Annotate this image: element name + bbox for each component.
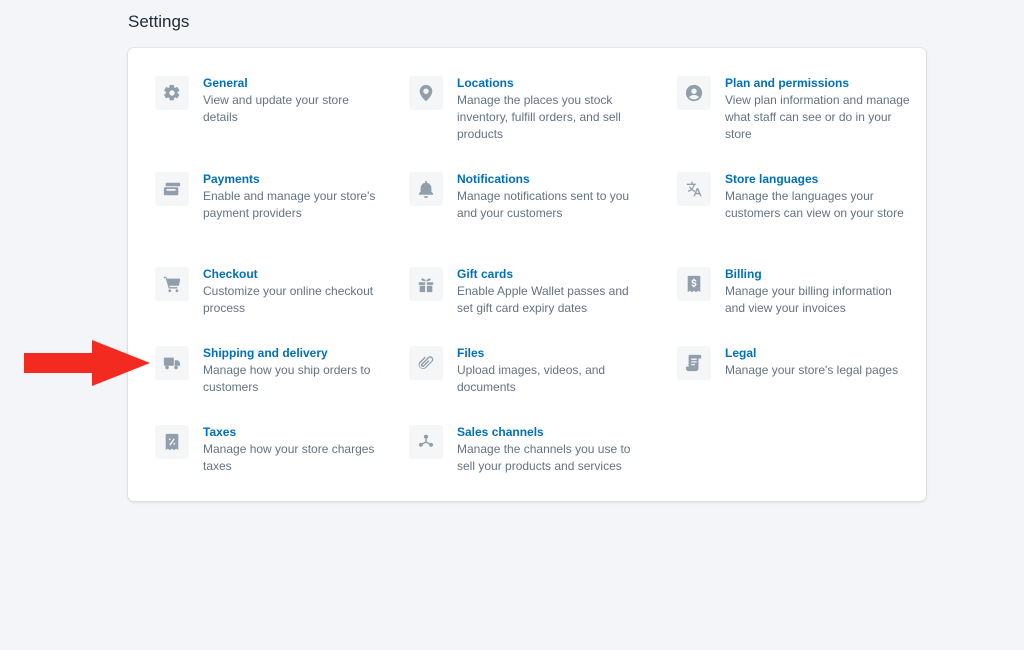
settings-item-store-languages[interactable]: Store languages Manage the languages you…	[677, 172, 910, 222]
settings-item-description: View plan information and manage what st…	[725, 93, 910, 141]
settings-item-description: Manage the places you stock inventory, f…	[457, 93, 621, 141]
settings-item-title[interactable]: Plan and permissions	[725, 75, 910, 92]
settings-item-gift-cards[interactable]: Gift cards Enable Apple Wallet passes an…	[409, 267, 637, 317]
settings-item-notifications[interactable]: Notifications Manage notifications sent …	[409, 172, 637, 222]
settings-item-title[interactable]: Legal	[725, 345, 910, 362]
billing-receipt-icon	[677, 267, 711, 301]
tax-receipt-icon	[155, 425, 189, 459]
scroll-document-icon	[677, 346, 711, 380]
settings-item-description: Upload images, videos, and documents	[457, 363, 606, 394]
cart-icon	[155, 267, 189, 301]
sales-channels-icon	[409, 425, 443, 459]
settings-item-plan-and-permissions[interactable]: Plan and permissions View plan informati…	[677, 76, 910, 143]
settings-item-description: Manage your store's legal pages	[725, 363, 899, 377]
settings-item-payments[interactable]: Payments Enable and manage your store's …	[155, 172, 383, 222]
location-pin-icon	[409, 76, 443, 110]
settings-item-title[interactable]: Gift cards	[457, 266, 637, 283]
settings-item-title[interactable]: Files	[457, 345, 637, 362]
settings-item-sales-channels[interactable]: Sales channels Manage the channels you u…	[409, 425, 637, 475]
paperclip-icon	[409, 346, 443, 380]
settings-item-billing[interactable]: Billing Manage your billing information …	[677, 267, 910, 317]
settings-item-locations[interactable]: Locations Manage the places you stock in…	[409, 76, 637, 143]
settings-item-description: Manage your billing information and view…	[725, 284, 892, 315]
settings-item-legal[interactable]: Legal Manage your store's legal pages	[677, 346, 910, 380]
settings-item-description: View and update your store details	[203, 93, 349, 124]
settings-item-title[interactable]: Locations	[457, 75, 637, 92]
bell-icon	[409, 172, 443, 206]
settings-item-taxes[interactable]: Taxes Manage how your store charges taxe…	[155, 425, 383, 475]
settings-item-shipping-and-delivery[interactable]: Shipping and delivery Manage how you shi…	[155, 346, 383, 396]
gear-icon	[155, 76, 189, 110]
translate-icon	[677, 172, 711, 206]
settings-item-title[interactable]: Sales channels	[457, 424, 637, 441]
gift-icon	[409, 267, 443, 301]
settings-card: General View and update your store detai…	[128, 48, 926, 501]
settings-item-description: Manage how your store charges taxes	[203, 442, 375, 473]
settings-item-description: Manage notifications sent to you and you…	[457, 189, 630, 220]
settings-item-title[interactable]: Payments	[203, 171, 383, 188]
settings-item-title[interactable]: Checkout	[203, 266, 383, 283]
payment-card-icon	[155, 172, 189, 206]
settings-item-general[interactable]: General View and update your store detai…	[155, 76, 383, 126]
settings-item-description: Manage how you ship orders to customers	[203, 363, 371, 394]
settings-item-title[interactable]: Notifications	[457, 171, 637, 188]
annotation-arrow-icon	[24, 340, 150, 386]
settings-item-files[interactable]: Files Upload images, videos, and documen…	[409, 346, 637, 396]
settings-item-description: Manage the languages your customers can …	[725, 189, 904, 220]
settings-item-description: Enable Apple Wallet passes and set gift …	[457, 284, 629, 315]
user-circle-icon	[677, 76, 711, 110]
settings-item-description: Customize your online checkout process	[203, 284, 374, 315]
settings-item-title[interactable]: General	[203, 75, 383, 92]
settings-item-description: Manage the channels you use to sell your…	[457, 442, 631, 473]
settings-item-title[interactable]: Store languages	[725, 171, 910, 188]
truck-icon	[155, 346, 189, 380]
page-title: Settings	[128, 12, 190, 31]
settings-item-title[interactable]: Taxes	[203, 424, 383, 441]
settings-item-title[interactable]: Shipping and delivery	[203, 345, 383, 362]
settings-item-description: Enable and manage your store's payment p…	[203, 189, 376, 220]
settings-item-title[interactable]: Billing	[725, 266, 910, 283]
settings-item-checkout[interactable]: Checkout Customize your online checkout …	[155, 267, 383, 317]
